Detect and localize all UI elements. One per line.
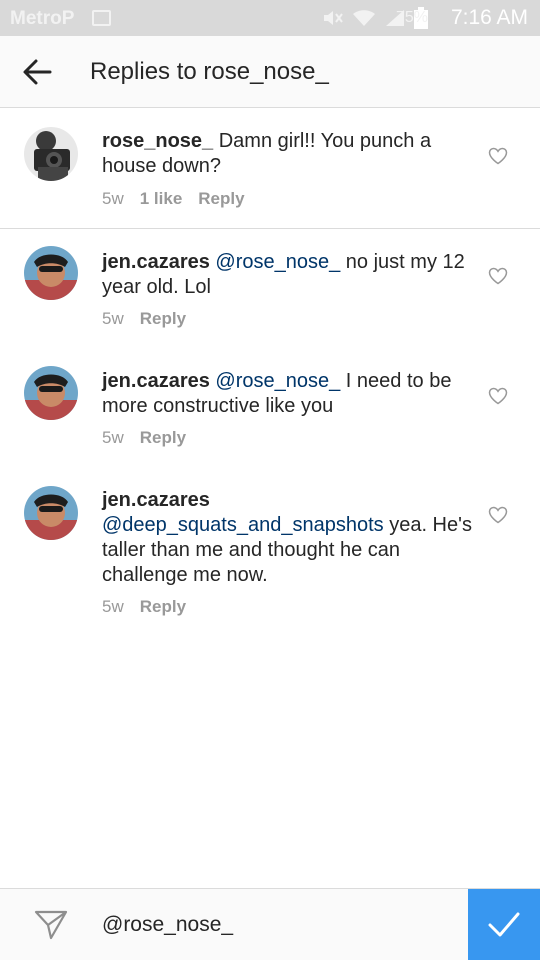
comment-item: jen.cazares @rose_nose_ I need to be mor… bbox=[0, 350, 540, 468]
comment-time: 5w bbox=[102, 309, 124, 328]
comment-username[interactable]: jen.cazares bbox=[102, 370, 210, 392]
checkmark-icon bbox=[488, 912, 520, 937]
back-arrow-icon[interactable] bbox=[22, 58, 52, 86]
mute-icon bbox=[324, 11, 343, 25]
top-header: Replies to rose_nose_ bbox=[0, 36, 540, 108]
comment-mention[interactable]: @rose_nose_ bbox=[215, 251, 340, 273]
reply-button[interactable]: Reply bbox=[140, 597, 186, 617]
avatar[interactable] bbox=[24, 486, 78, 540]
battery-percentage: 75% bbox=[396, 9, 429, 26]
reply-compose-bar bbox=[0, 888, 540, 960]
carrier-name: MetroP bbox=[10, 8, 75, 29]
status-bar: MetroP 75% 7:16 AM bbox=[0, 0, 540, 36]
comment-text: rose_nose_ Damn girl!! You punch a house… bbox=[102, 129, 472, 179]
comment-mention[interactable]: @deep_squats_and_snapshots bbox=[102, 514, 384, 536]
selfie-avatar-image bbox=[24, 366, 78, 420]
comment-time: 5w bbox=[102, 597, 124, 616]
heart-icon[interactable] bbox=[488, 506, 508, 524]
heart-icon[interactable] bbox=[488, 387, 508, 405]
comment-username[interactable]: jen.cazares bbox=[102, 251, 210, 273]
post-reply-button[interactable] bbox=[468, 889, 540, 960]
selfie-avatar-image bbox=[24, 486, 78, 540]
comment-time: 5w bbox=[102, 189, 124, 208]
comment-meta: 5w Reply bbox=[102, 428, 186, 448]
selfie-avatar-image bbox=[24, 246, 78, 300]
comment-meta: 5w 1 like Reply bbox=[102, 189, 245, 209]
avatar[interactable] bbox=[24, 366, 78, 420]
heart-icon[interactable] bbox=[488, 147, 508, 165]
reply-button[interactable]: Reply bbox=[140, 309, 186, 329]
comment-username[interactable]: rose_nose_ bbox=[102, 130, 213, 152]
comment-text: jen.cazares @rose_nose_ I need to be mor… bbox=[102, 369, 472, 419]
comment-mention[interactable]: @rose_nose_ bbox=[215, 370, 340, 392]
reply-button[interactable]: Reply bbox=[198, 189, 244, 209]
camera-avatar-image bbox=[24, 127, 78, 181]
direct-send-icon[interactable] bbox=[34, 909, 68, 941]
page-title: Replies to rose_nose_ bbox=[90, 58, 329, 85]
comment-meta: 5w Reply bbox=[102, 597, 186, 617]
comment-item: jen.cazares @deep_squats_and_snapshots y… bbox=[0, 470, 540, 630]
wifi-icon bbox=[353, 10, 375, 26]
comment-text: jen.cazares @rose_nose_ no just my 12 ye… bbox=[102, 250, 472, 300]
image-notification-icon bbox=[92, 10, 111, 26]
reply-button[interactable]: Reply bbox=[140, 428, 186, 448]
comment-item: jen.cazares @rose_nose_ no just my 12 ye… bbox=[0, 230, 540, 348]
comment-item: rose_nose_ Damn girl!! You punch a house… bbox=[0, 109, 540, 229]
clock: 7:16 AM bbox=[450, 6, 528, 29]
comment-likes[interactable]: 1 like bbox=[140, 189, 183, 209]
heart-icon[interactable] bbox=[488, 267, 508, 285]
reply-input[interactable] bbox=[102, 907, 452, 943]
avatar[interactable] bbox=[24, 127, 78, 181]
comment-text: jen.cazares @deep_squats_and_snapshots y… bbox=[102, 488, 472, 588]
comment-meta: 5w Reply bbox=[102, 309, 186, 329]
comment-time: 5w bbox=[102, 428, 124, 447]
avatar[interactable] bbox=[24, 246, 78, 300]
comment-username[interactable]: jen.cazares bbox=[102, 489, 210, 511]
